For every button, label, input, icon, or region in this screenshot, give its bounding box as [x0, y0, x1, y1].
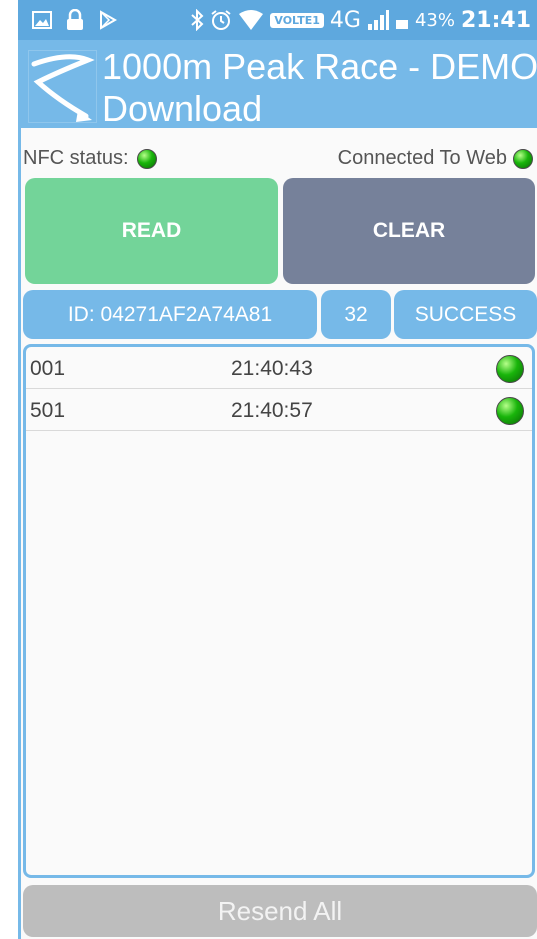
wifi-icon — [238, 9, 264, 31]
results-list[interactable]: 001 21:40:43 501 21:40:57 — [23, 344, 535, 878]
nfc-status-led-icon — [136, 148, 157, 169]
web-status: Connected To Web — [338, 147, 533, 170]
web-status-led-icon — [513, 148, 533, 169]
app-subtitle: Download — [102, 88, 263, 129]
network-type: 4G — [329, 7, 361, 33]
list-item[interactable]: 001 21:40:43 — [26, 347, 532, 389]
resend-all-button[interactable]: Resend All — [23, 885, 537, 937]
app-screen: VOLTE1 4G 43% 21:41 1000m Peak Race - DE… — [0, 0, 537, 939]
battery-percent: 43% — [414, 9, 455, 31]
app-logo-icon — [28, 50, 100, 123]
play-store-icon — [98, 10, 118, 30]
battery-icon — [395, 10, 409, 30]
lock-icon — [66, 9, 84, 31]
clear-button[interactable]: CLEAR — [283, 178, 535, 284]
record-count-badge: 32 — [321, 290, 391, 339]
signal-icon — [367, 10, 389, 30]
list-item-status-led-icon — [496, 397, 524, 425]
web-status-label: Connected To Web — [337, 147, 507, 169]
nfc-status-label: NFC status: — [23, 147, 129, 169]
list-item-status-led-icon — [496, 355, 524, 383]
nfc-status: NFC status: — [23, 147, 157, 170]
content-left-border — [18, 128, 21, 939]
read-result-badge: SUCCESS — [394, 290, 537, 339]
app-bar: 1000m Peak Race - DEMO Download — [18, 40, 537, 129]
clock: 21:41 — [460, 7, 531, 33]
volte-badge: VOLTE1 — [270, 12, 324, 28]
bluetooth-icon — [190, 9, 204, 31]
alarm-icon — [210, 9, 232, 31]
app-title: 1000m Peak Race - DEMO — [102, 46, 537, 87]
gallery-icon — [32, 11, 52, 29]
list-item-time: 21:40:43 — [231, 357, 313, 380]
status-bar: VOLTE1 4G 43% 21:41 — [18, 0, 537, 40]
list-item-id: 001 — [30, 357, 66, 380]
list-item[interactable]: 501 21:40:57 — [26, 389, 532, 431]
tag-id-badge: ID: 04271AF2A74A81 — [23, 290, 317, 339]
read-button[interactable]: READ — [25, 178, 278, 284]
list-item-time: 21:40:57 — [231, 399, 313, 422]
list-item-id: 501 — [30, 399, 66, 422]
